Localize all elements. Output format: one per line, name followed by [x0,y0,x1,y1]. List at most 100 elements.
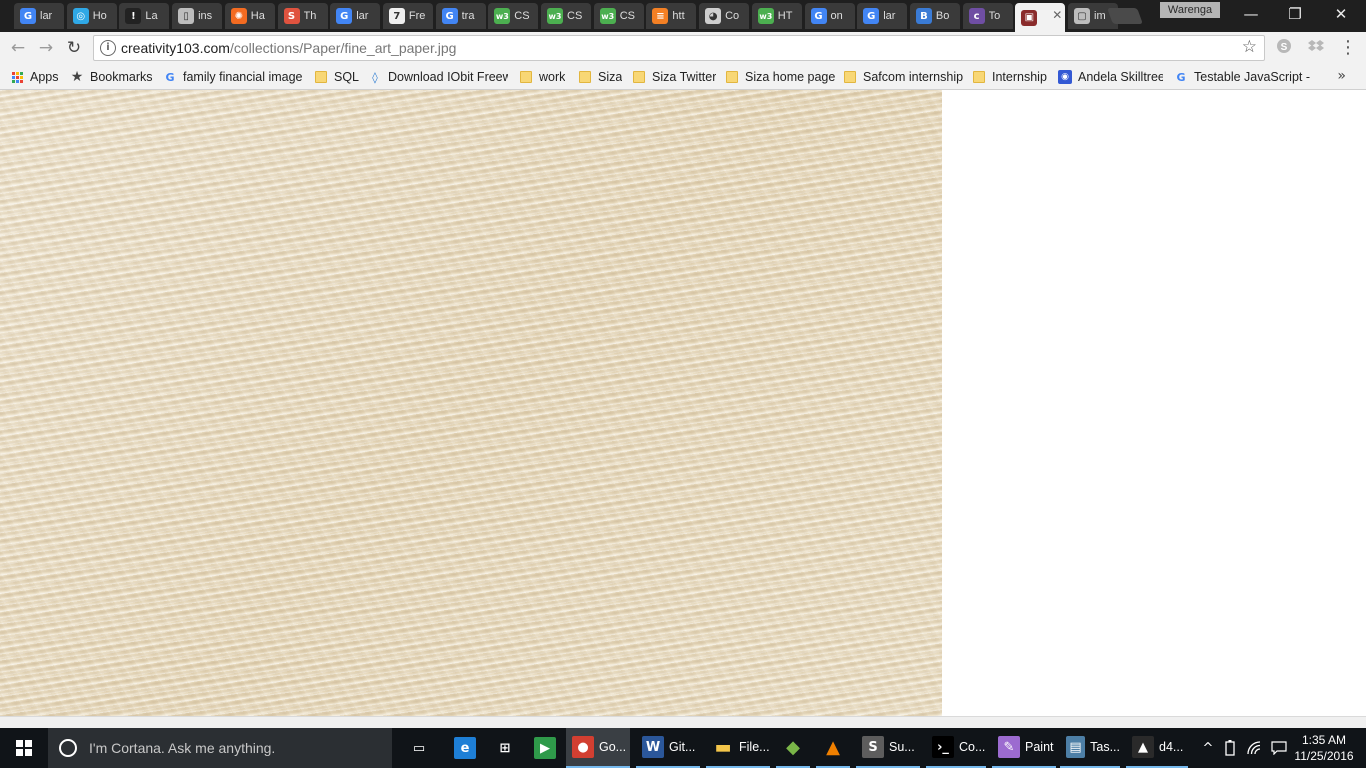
taskbar-app[interactable]: W Git... [636,728,700,768]
paper-texture-image[interactable] [0,90,942,716]
bookmark-item[interactable]: G Testable JavaScript - N [1174,68,1314,86]
google-icon: G [441,8,458,24]
sync-icon: ◆ [786,736,800,758]
url-path: /collections/Paper/fine_art_paper.jpg [229,40,457,56]
sublime-icon: S [862,736,884,758]
tab[interactable]: w3 HT [751,3,802,29]
start-button[interactable] [0,728,48,768]
taskbar-app[interactable]: ›_ Co... [926,728,986,768]
wifi-icon[interactable] [1244,728,1266,768]
close-window-button[interactable]: ✕ [1318,0,1364,28]
bookmark-item[interactable]: Gfamily financial image [163,68,303,86]
taskbar-app-label: Su... [889,740,915,754]
tab-strip: Glar ◎ Ho! La ▯ ins ✺ Ha S Th Glar 7 Fre Gtra w3 CS w3 CS… [0,0,1366,32]
close-tab-icon[interactable]: ✕ [1052,8,1062,22]
tab[interactable]: ! La [119,3,170,29]
store-button[interactable]: ⊞ [490,728,520,768]
tab[interactable]: 7 Fre [382,3,433,29]
tab-title: CS [567,10,583,22]
bookmark-label: Siza Twitter [652,70,717,84]
tab[interactable]: ▯ ins [172,3,223,29]
tab-title: CS [619,10,635,22]
info-icon[interactable]: i [100,40,116,56]
edge-button[interactable]: e [450,728,480,768]
bookmark-item[interactable]: Siza home page [725,68,835,86]
bookmark-item[interactable]: Siza [578,68,623,86]
reload-button[interactable]: ↻ [63,37,85,59]
page-viewport [0,90,1366,716]
folder-icon [843,70,857,84]
skype-icon[interactable]: S [1274,38,1294,58]
chrome-menu-icon[interactable]: ⋮ [1338,38,1358,58]
restore-button[interactable]: ❐ [1272,0,1318,28]
folder-icon [314,70,328,84]
url-text[interactable]: creativity103.com/collections/Paper/fine… [121,40,456,56]
cortana-ring-icon [59,739,77,757]
system-clock[interactable]: 1:35 AM 11/25/2016 [1292,732,1356,764]
google-icon: G [165,70,175,84]
minimize-button[interactable]: — [1228,0,1274,28]
tab-title: To [988,10,1001,22]
terminal-icon: ›_ [932,736,954,758]
tab[interactable]: ◕ Co [699,3,750,29]
tab-title: lar [356,10,369,22]
tab[interactable]: Gon [804,3,855,29]
taskbar-app[interactable]: S Su... [856,728,920,768]
tab-active[interactable]: ▣ ✕ [1015,3,1066,32]
taskbar-app[interactable]: ◆ [776,728,810,768]
battery-icon[interactable] [1220,728,1240,768]
bookmark-item[interactable]: Internship [972,68,1047,86]
task-view-button[interactable]: ▭ [404,728,434,768]
taskbar-app[interactable]: ● Go... [566,728,630,768]
bookmark-item[interactable]: work [519,68,569,86]
tab[interactable]: w3 CS [541,3,591,29]
notification-icon[interactable] [1268,728,1290,768]
tab[interactable]: Glar [330,3,381,29]
taskbar-app[interactable]: ▲ [816,728,850,768]
taskbar-app-label: d4... [1159,740,1184,754]
book-icon: ▯ [178,8,195,24]
bookmark-item[interactable]: ◉ Andela Skilltree [1058,68,1163,86]
bookmark-item[interactable]: ★ Bookmarks [70,68,155,86]
media-player-button[interactable]: ▶ [530,728,560,768]
bookmark-item[interactable]: SQL [314,68,359,86]
image-thumb-icon: ▣ [1021,9,1038,26]
tab[interactable]: w3 CS [488,3,539,29]
stack-overflow-icon: ≡ [652,8,669,24]
taskbar-app[interactable]: ▲ d4... [1126,728,1188,768]
tab[interactable]: ≡ htt [646,3,697,29]
tab[interactable]: Glar [857,3,908,29]
bookmarks-overflow-button[interactable]: » [1337,68,1346,84]
bookmark-item[interactable]: Siza Twitter [632,68,717,86]
exclamation-icon: ! [125,8,142,24]
new-tab-button[interactable] [1107,8,1143,24]
forward-button[interactable]: → [35,37,57,59]
horizontal-scrollbar[interactable] [0,716,1366,728]
word-icon: W [642,736,664,758]
taskbar-app[interactable]: ✎ Paint [992,728,1056,768]
bookmark-label: Siza [598,70,623,84]
tab[interactable]: Glar [14,3,64,29]
taskbar-app[interactable]: ▤ Tas... [1060,728,1120,768]
address-bar[interactable]: i creativity103.com/collections/Paper/fi… [93,35,1265,61]
bookmark-item[interactable]: ◊ Download IObit Freew [368,68,508,86]
bookmark-item[interactable]: Safcom internship [843,68,963,86]
back-button[interactable]: ← [7,37,29,59]
tab[interactable]: c To [962,3,1013,29]
tab[interactable]: Gtra [435,3,486,29]
tab-title: tra [461,10,475,22]
coderbyte-icon: c [968,8,985,24]
bookmark-item[interactable]: Apps [10,68,60,86]
taskbar-app[interactable]: ▬ File... [706,728,770,768]
cortana-search-box[interactable]: I'm Cortana. Ask me anything. [48,728,392,768]
profile-button[interactable]: Warenga [1160,2,1220,18]
dropbox-icon[interactable] [1306,38,1326,58]
bookmark-star-icon[interactable]: ☆ [1242,37,1257,57]
tab[interactable]: ◎ Ho [66,3,117,29]
tab[interactable]: w3 CS [593,3,644,29]
chevron-up-icon[interactable]: ^ [1198,728,1218,768]
svg-text:S: S [1281,42,1288,53]
tab[interactable]: S Th [277,3,328,29]
tab[interactable]: ✺ Ha [224,3,275,29]
tab[interactable]: B Bo [909,3,960,29]
